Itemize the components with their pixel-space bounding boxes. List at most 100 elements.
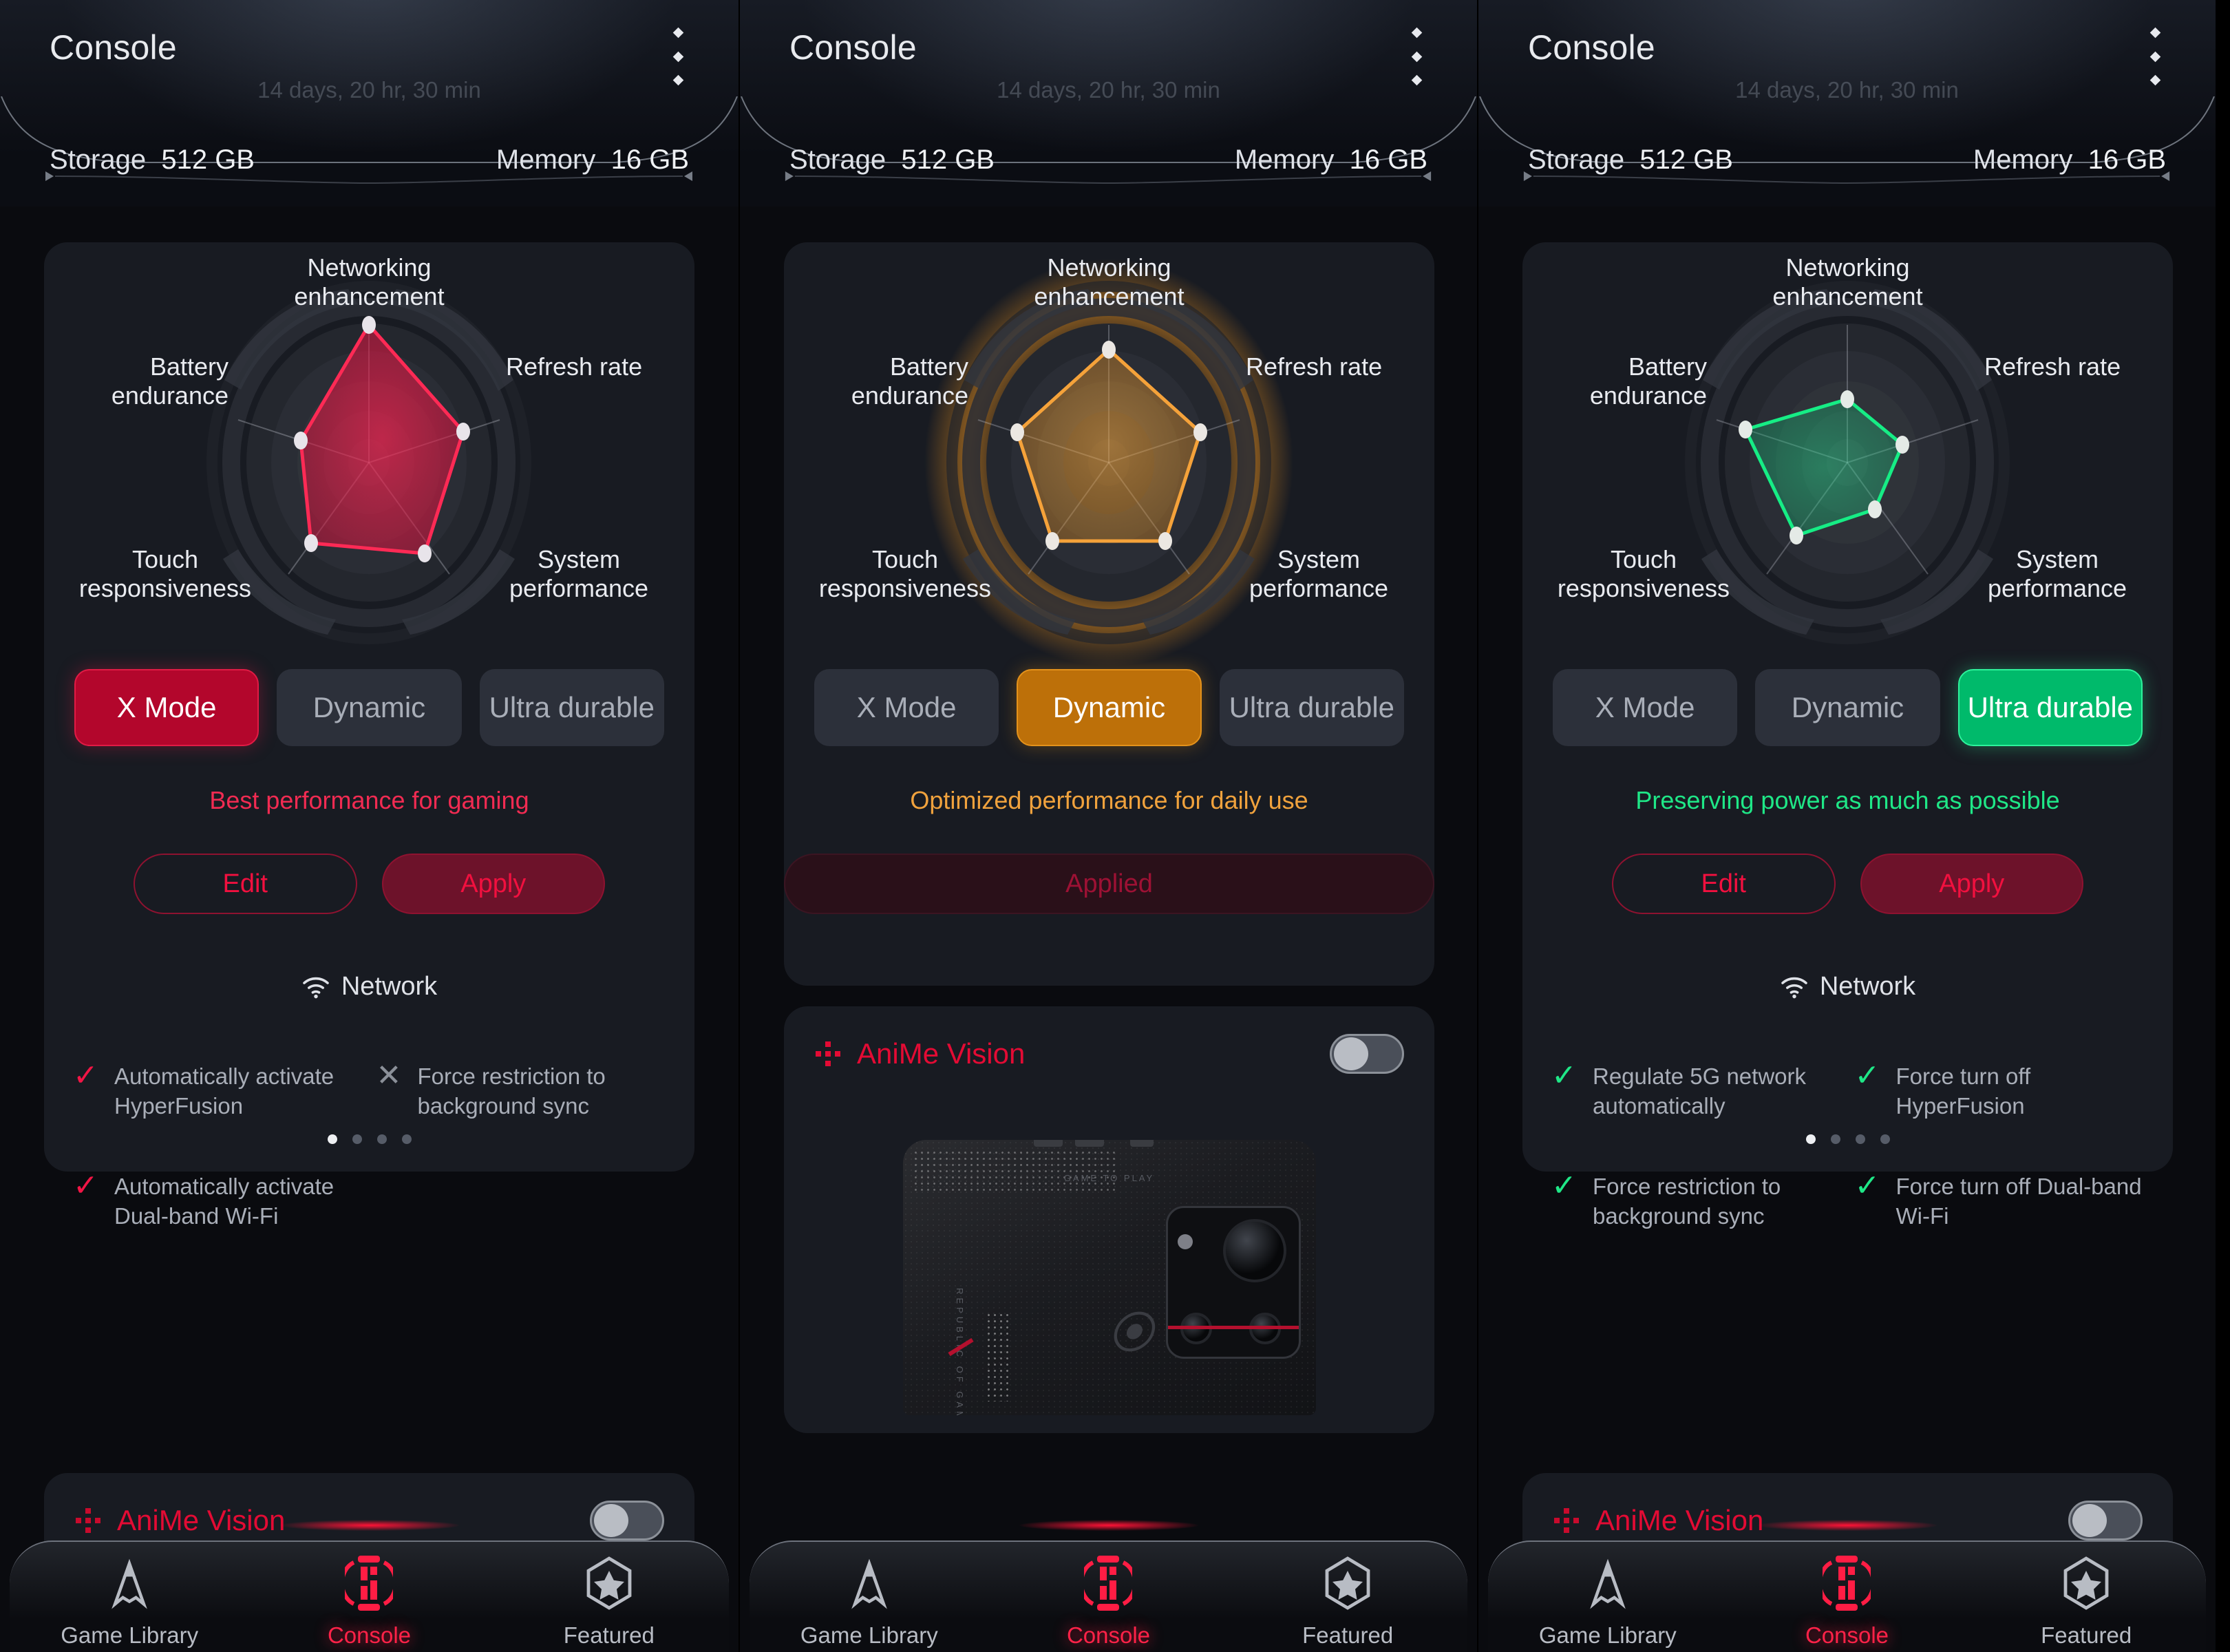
nav-item-console[interactable]: Console — [1026, 1555, 1191, 1649]
radar-axis-refresh-rate: Refresh rate — [506, 352, 643, 381]
pagination-dot[interactable] — [1880, 1134, 1890, 1144]
radar-chart-dynamic: Networking enhancement Refresh rate Batt… — [784, 242, 1434, 669]
memory-stat: Memory 16 GB — [496, 145, 689, 176]
list-item-label: Regulate 5G network automatically — [1593, 1063, 1807, 1119]
nav-item-console[interactable]: Console — [286, 1555, 452, 1649]
edit-button[interactable]: Edit — [1612, 854, 1836, 914]
list-item-label: Automatically activate HyperFusion — [114, 1063, 334, 1119]
list-item-label: Force turn off HyperFusion — [1895, 1063, 2031, 1119]
nav-accent-glow — [1019, 1520, 1198, 1531]
bottom-navigation: Game Library Console Featured — [1478, 1514, 2216, 1652]
pagination-dot[interactable] — [1830, 1134, 1840, 1144]
bottom-navigation: Game Library Console Featured — [740, 1514, 1477, 1652]
network-label: Network — [341, 972, 438, 1001]
nav-item-featured[interactable]: Featured — [527, 1555, 692, 1649]
featured-star-icon — [2060, 1555, 2112, 1611]
nav-label: Game Library — [800, 1622, 938, 1648]
device-stats: Storage 512 GB Memory 16 GB — [1478, 145, 2216, 176]
app-header: Console — [740, 0, 1477, 117]
mode-button-x-mode[interactable]: X Mode — [1553, 669, 1738, 746]
storage-label: Storage — [1528, 145, 1625, 175]
radar-axis-touch: Touch responsiveness — [78, 545, 252, 602]
mode-hint-text: Best performance for gaming — [209, 786, 529, 814]
radar-chart-x-mode: Networking enhancement Refresh rate Batt… — [44, 242, 694, 669]
radar-axis-networking: Networking enhancement — [294, 253, 445, 310]
radar-axis-battery: Battery endurance — [111, 352, 229, 410]
kebab-menu-icon[interactable] — [664, 27, 692, 86]
nav-label: Console — [1805, 1622, 1889, 1648]
list-item[interactable]: ✓ Force turn off HyperFusion — [1855, 1061, 2145, 1121]
mode-button-ultra-durable[interactable]: Ultra durable — [479, 669, 664, 746]
storage-stat: Storage 512 GB — [50, 145, 255, 176]
storage-label: Storage — [789, 145, 886, 175]
list-item[interactable]: ✓ Force turn off Dual-band Wi-Fi — [1855, 1171, 2145, 1231]
network-section-header: Network — [44, 972, 694, 1002]
wifi-icon — [303, 977, 329, 998]
pagination-dot[interactable] — [376, 1134, 387, 1144]
pagination-dot[interactable] — [1855, 1134, 1865, 1144]
apply-button[interactable]: Apply — [1860, 854, 2083, 914]
mode-button-dynamic[interactable]: Dynamic — [277, 669, 462, 746]
mode-button-ultra-durable[interactable]: Ultra durable — [1957, 669, 2143, 746]
camera-module — [1165, 1206, 1301, 1359]
pagination-dot[interactable] — [1805, 1134, 1816, 1144]
pagination-dot[interactable] — [327, 1134, 337, 1144]
list-item[interactable]: ✓ Automatically activate Dual-band Wi-Fi — [73, 1168, 363, 1231]
anime-vision-toggle[interactable] — [1330, 1034, 1404, 1074]
app-header: Console — [0, 0, 739, 117]
panel-dynamic: 14 days, 20 hr, 30 min Console Storage 5… — [739, 0, 1477, 1652]
featured-star-icon — [583, 1555, 635, 1611]
memory-value: 16 GB — [2088, 145, 2166, 175]
mode-actions: Edit Apply — [1522, 854, 2173, 914]
kebab-menu-icon[interactable] — [1403, 27, 1430, 86]
storage-stat: Storage 512 GB — [789, 145, 995, 176]
nav-item-featured[interactable]: Featured — [2004, 1555, 2169, 1649]
mode-button-dynamic[interactable]: Dynamic — [1755, 669, 1940, 746]
nav-item-game-library[interactable]: Game Library — [1525, 1555, 1690, 1649]
check-icon: ✓ — [73, 1059, 98, 1092]
cross-icon: ✕ — [376, 1059, 402, 1092]
game-library-icon — [103, 1555, 156, 1611]
pagination-dot[interactable] — [401, 1134, 412, 1144]
list-item[interactable]: ✓ Automatically activate HyperFusion — [73, 1059, 363, 1121]
pagination-dot[interactable] — [352, 1134, 362, 1144]
radar-axis-networking: Networking enhancement — [1034, 253, 1185, 310]
anime-vision-card: AniMe Vision GAME TO PLAY REPUBLIC OF GA… — [784, 1006, 1434, 1433]
console-icon — [1084, 1555, 1133, 1611]
panel-ultra-durable: 14 days, 20 hr, 30 min Console Storage 5… — [1477, 0, 2216, 1652]
mode-hint-text: Optimized performance for daily use — [910, 786, 1308, 814]
app-header: Console — [1478, 0, 2216, 117]
toggle-knob — [1334, 1037, 1368, 1070]
mode-button-x-mode[interactable]: X Mode — [74, 669, 259, 746]
edit-button[interactable]: Edit — [134, 854, 357, 914]
pagination-dots[interactable] — [44, 1134, 694, 1144]
radar-chart-ultra-durable: Networking enhancement Refresh rate Batt… — [1522, 242, 2173, 669]
kebab-menu-icon[interactable] — [2141, 27, 2169, 86]
mode-button-dynamic[interactable]: Dynamic — [1017, 669, 1202, 746]
mode-button-x-mode[interactable]: X Mode — [814, 669, 999, 746]
game-library-icon — [1582, 1555, 1634, 1611]
list-item[interactable]: ✕ Force restriction to background sync — [376, 1059, 666, 1121]
nav-item-game-library[interactable]: Game Library — [787, 1555, 952, 1649]
nav-item-featured[interactable]: Featured — [1265, 1555, 1430, 1649]
pagination-dots[interactable] — [1522, 1134, 2173, 1144]
page-title: Console — [789, 28, 917, 67]
list-item[interactable]: ✓ Regulate 5G network automatically — [1551, 1061, 1841, 1121]
screenshot-triptych: 14 days, 20 hr, 30 min Console Storage 5… — [0, 0, 2230, 1652]
apply-button[interactable]: Apply — [381, 854, 605, 914]
memory-label: Memory — [1234, 145, 1335, 175]
check-icon: ✓ — [73, 1168, 98, 1203]
mode-button-ultra-durable[interactable]: Ultra durable — [1219, 669, 1404, 746]
list-item-label: Force restriction to background sync — [417, 1063, 606, 1119]
memory-stat: Memory 16 GB — [1235, 145, 1427, 176]
mode-selector: X Mode Dynamic Ultra durable — [44, 669, 694, 746]
nav-item-console[interactable]: Console — [1764, 1555, 1929, 1649]
performance-mode-card: Networking enhancement Refresh rate Batt… — [1522, 242, 2173, 1229]
nav-label: Featured — [1302, 1622, 1394, 1648]
nav-label: Console — [327, 1622, 412, 1648]
nav-item-game-library[interactable]: Game Library — [47, 1555, 212, 1649]
network-section: Network ✓ Automatically activate HyperFu… — [44, 972, 694, 1231]
rog-logo: ⦿ — [1109, 1310, 1152, 1357]
radar-axis-touch: Touch responsiveness — [1557, 545, 1730, 602]
list-item[interactable]: ✓ Force restriction to background sync — [1551, 1171, 1841, 1231]
